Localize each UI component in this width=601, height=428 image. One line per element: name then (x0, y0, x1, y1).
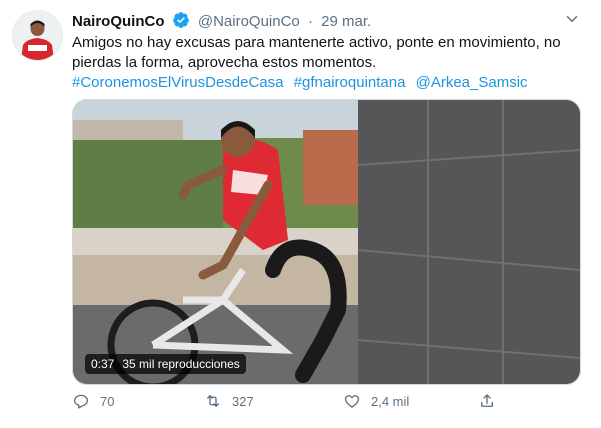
tweet-text-line: pierdas la forma, aprovecha estos moment… (72, 54, 377, 71)
tweet-tags: #CoronemosElVirusDesdeCasa #gfnairoquint… (72, 73, 582, 93)
tweet-text: Amigos no hay excusas para mantenerte ac… (72, 33, 582, 93)
retweet-count: 327 (232, 393, 254, 409)
video-views: 35 mil reproducciones (122, 357, 240, 371)
share-icon (481, 394, 493, 407)
share-button[interactable] (478, 392, 496, 410)
reply-count: 70 (100, 393, 115, 409)
caret-down-icon[interactable] (563, 10, 581, 28)
avatar[interactable] (12, 10, 63, 61)
reply-icon (73, 394, 89, 409)
video-duration: 0:37 (91, 357, 115, 371)
like-icon (344, 395, 360, 408)
retweet-icon (207, 395, 219, 407)
like-button[interactable]: 2,4 mil (343, 392, 409, 410)
tweet-header: NairoQuinCo @NairoQuinCo · 29 mar. (72, 11, 371, 35)
like-count: 2,4 mil (371, 393, 410, 409)
hashtag-link[interactable]: #gfnairoquintana (294, 74, 406, 91)
reply-button[interactable]: 70 (72, 392, 114, 410)
video-frame (73, 100, 580, 384)
separator-dot: · (307, 13, 313, 30)
video-duration-badge: 0:37 35 mil reproducciones (85, 354, 246, 374)
retweet-button[interactable]: 327 (204, 392, 254, 410)
tweet-card[interactable]: NairoQuinCo @NairoQuinCo · 29 mar. Amigo… (0, 0, 601, 428)
tweet-text-line: Amigos no hay excusas para mantenerte ac… (72, 34, 561, 51)
author-handle[interactable]: @NairoQuinCo (198, 13, 300, 30)
verified-badge-icon (172, 11, 190, 35)
mention-link[interactable]: @Arkea_Samsic (416, 74, 528, 91)
tweet-actions: 70 327 2,4 mil (72, 392, 512, 418)
tweet-date[interactable]: 29 mar. (321, 13, 371, 30)
video-player[interactable]: 0:37 35 mil reproducciones (72, 99, 581, 385)
author-name[interactable]: NairoQuinCo (72, 13, 165, 30)
hashtag-link[interactable]: #CoronemosElVirusDesdeCasa (72, 74, 284, 91)
